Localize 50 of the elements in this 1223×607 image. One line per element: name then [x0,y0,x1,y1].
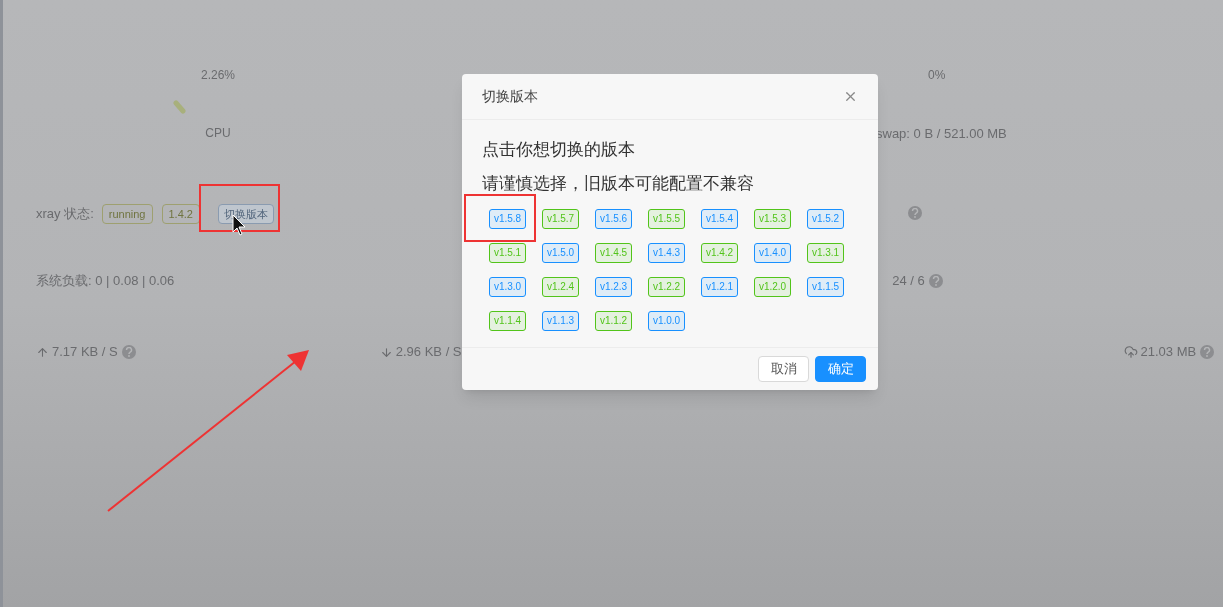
dialog-title: 切换版本 [482,87,538,106]
version-tag[interactable]: v1.3.0 [489,277,526,297]
version-tag[interactable]: v1.5.7 [542,209,579,229]
version-tag[interactable]: v1.1.4 [489,311,526,331]
help-icon [907,206,922,220]
dialog-message: 点击你想切换的版本 [482,139,636,161]
upload-speed: 7.17 KB / S [52,343,118,362]
version-tag[interactable]: v1.4.3 [648,243,685,263]
version-tag[interactable]: v1.2.2 [648,277,685,297]
help-icon [1200,345,1215,359]
help-icon [928,274,943,288]
version-tag[interactable]: v1.5.3 [754,209,791,229]
version-tag[interactable]: v1.1.5 [807,277,844,297]
version-tag[interactable]: v1.2.3 [595,277,632,297]
gauge-arc [173,100,187,114]
system-load: 系统负载: 0 | 0.08 | 0.06 [36,272,175,291]
version-tag[interactable]: v1.2.0 [754,277,791,297]
version-tag[interactable]: v1.4.2 [701,243,738,263]
version-tag[interactable]: v1.5.5 [648,209,685,229]
status-tag: running [101,204,153,224]
version-tag[interactable]: v1.5.4 [701,209,738,229]
version-tag[interactable]: v1.4.5 [595,243,632,263]
version-tag[interactable]: v1.3.1 [807,243,844,263]
help-icon [121,345,136,359]
version-tag[interactable]: v1.1.3 [542,311,579,331]
version-tag[interactable]: v1.1.2 [595,311,632,331]
version-tag[interactable]: v1.5.8 [489,209,526,229]
version-tag[interactable]: v1.2.4 [542,277,579,297]
version-tag[interactable]: v1.4.0 [754,243,791,263]
status-label: xray 状态: [36,205,94,224]
traffic-total: 21.03 MB [1140,343,1197,362]
confirm-button[interactable]: 确定 [815,356,866,382]
version-tag[interactable]: v1.5.1 [489,243,526,263]
gauge-value: 0% [928,67,947,84]
download-icon [379,345,393,359]
cancel-button[interactable]: 取消 [758,356,809,382]
gauge-label: CPU [205,125,231,142]
version-tag[interactable]: v1.5.6 [595,209,632,229]
dialog-message: 请谨慎选择，旧版本可能配置不兼容 [482,173,755,195]
close-icon[interactable] [843,89,858,104]
version-tag[interactable]: v1.2.1 [701,277,738,297]
version-tag[interactable]: v1.5.0 [542,243,579,263]
upload-icon [36,345,49,359]
download-speed: 2.96 KB / S [395,343,462,362]
version-tag[interactable]: v1.0.0 [648,311,685,331]
cloud-upload-icon [1123,345,1138,359]
cpu-cores: 24 / 6 [892,272,925,291]
version-tag[interactable]: v1.5.2 [807,209,844,229]
gauge-value: 2.26% [201,67,235,84]
annotation-frame [464,194,536,242]
